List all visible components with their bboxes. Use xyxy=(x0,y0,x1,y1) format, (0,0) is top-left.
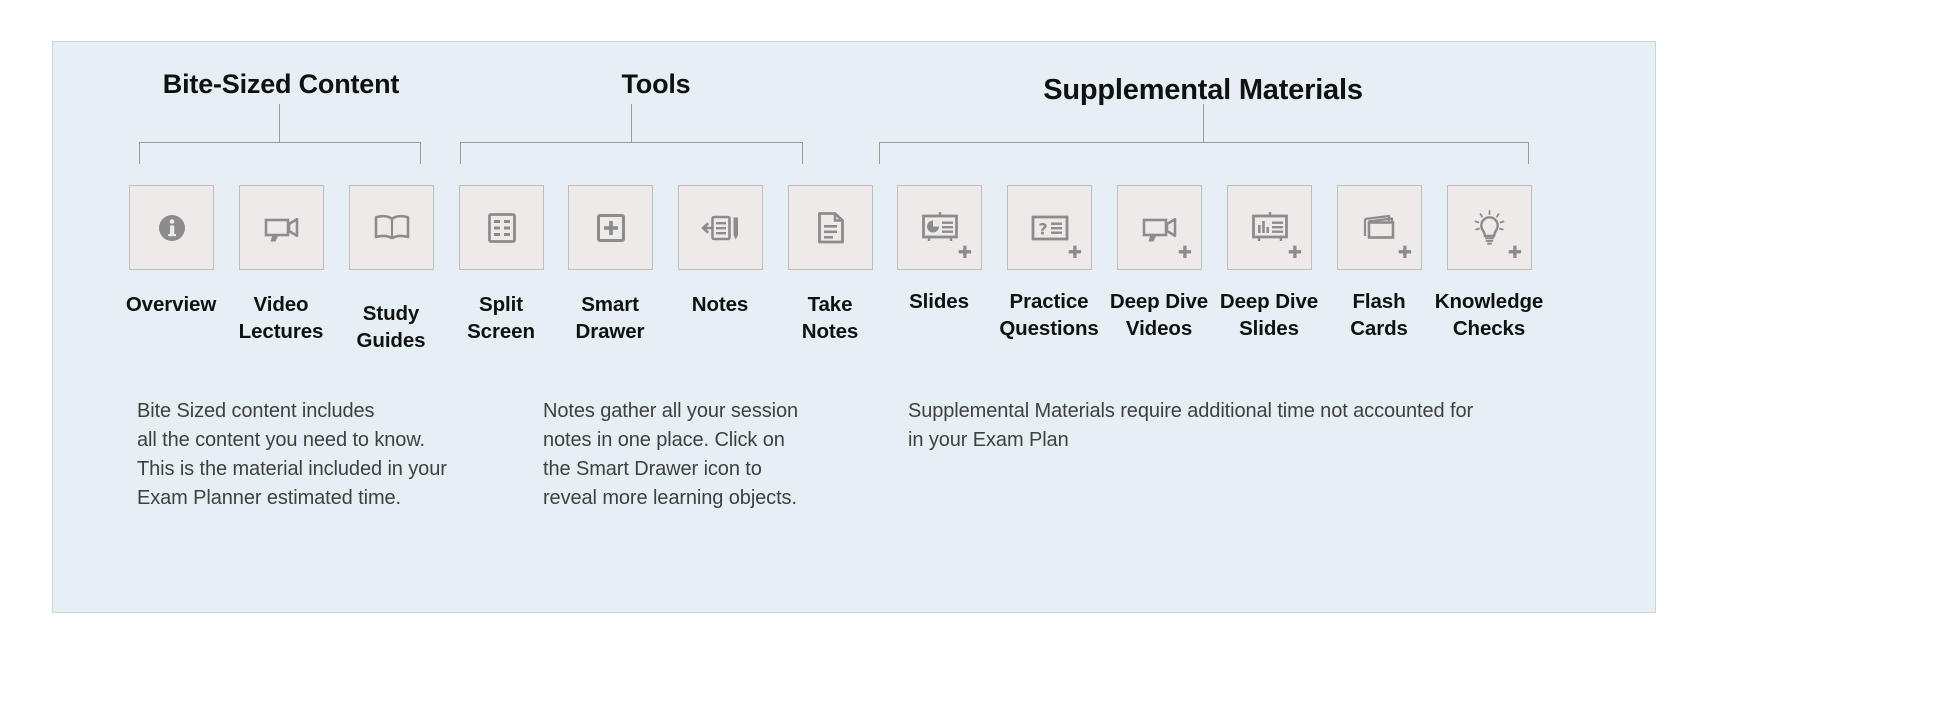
bracket-rail xyxy=(139,142,421,143)
group-title-bite-sized-content: Bite-Sized Content xyxy=(162,69,400,99)
icon-tile-wrapper-deep-dive-slides: ✚ xyxy=(1227,185,1315,270)
tile-deep-dive-slides[interactable]: ✚ xyxy=(1227,185,1312,270)
bracket-stem xyxy=(279,104,280,142)
tile-study-guides[interactable] xyxy=(349,185,434,270)
bracket-leg-right xyxy=(420,142,421,164)
icon-tile-wrapper-take-notes xyxy=(788,185,876,270)
icon-tile-wrapper-practice-questions: ? ✚ xyxy=(1007,185,1095,270)
icon-tile-wrapper-notes xyxy=(678,185,766,270)
presentation-bar-icon xyxy=(1249,210,1291,246)
description-supplemental-materials: Supplemental Materials require additiona… xyxy=(908,400,1474,451)
plus-badge-icon: ✚ xyxy=(1067,243,1082,263)
square-plus-icon xyxy=(595,211,627,245)
stacked-cards-icon xyxy=(1359,212,1401,244)
bracket-leg-right xyxy=(1528,142,1529,164)
bracket-rail xyxy=(879,142,1529,143)
tile-deep-dive-videos[interactable]: ✚ xyxy=(1117,185,1202,270)
icon-tile-wrapper-smart-drawer xyxy=(568,185,656,270)
bracket-rail xyxy=(460,142,803,143)
icon-label-knowledge-checks: Knowledge Checks xyxy=(1434,290,1544,341)
description-bite-sized-content: Bite Sized content includes all the cont… xyxy=(137,400,447,509)
bracket-leg-left xyxy=(139,142,140,164)
icon-tile-wrapper-study-guides xyxy=(349,185,437,270)
video-camera-icon xyxy=(1141,211,1179,245)
description-tools: Notes gather all your session notes in o… xyxy=(543,400,799,509)
document-page-icon xyxy=(815,210,847,246)
svg-text:?: ? xyxy=(1038,219,1047,238)
tile-video-lectures[interactable] xyxy=(239,185,324,270)
plus-badge-icon: ✚ xyxy=(957,243,972,263)
icon-tile-wrapper-overview xyxy=(129,185,217,270)
icon-tile-wrapper-flash-cards: ✚ xyxy=(1337,185,1425,270)
bracket-leg-left xyxy=(879,142,880,164)
tile-smart-drawer[interactable] xyxy=(568,185,653,270)
tile-notes[interactable] xyxy=(678,185,763,270)
icon-tile-wrapper-knowledge-checks: ✚ xyxy=(1447,185,1535,270)
group-title-tools: Tools xyxy=(621,69,691,99)
tile-overview[interactable] xyxy=(129,185,214,270)
bracket-leg-right xyxy=(802,142,803,164)
tile-take-notes[interactable] xyxy=(788,185,873,270)
open-book-icon xyxy=(372,212,412,244)
group-title-supplemental-materials: Supplemental Materials xyxy=(1043,74,1363,106)
lightbulb-icon xyxy=(1471,208,1509,248)
icon-tile-wrapper-slides: ✚ xyxy=(897,185,985,270)
plus-badge-icon: ✚ xyxy=(1177,243,1192,263)
video-camera-icon xyxy=(263,211,301,245)
question-card-icon: ? xyxy=(1029,213,1071,243)
bracket-stem xyxy=(1203,104,1204,142)
icon-tile-wrapper-deep-dive-videos: ✚ xyxy=(1117,185,1205,270)
tile-knowledge-checks[interactable]: ✚ xyxy=(1447,185,1532,270)
legend-panel: Bite-Sized Content Tools Supplemental Ma… xyxy=(52,41,1656,613)
tile-flash-cards[interactable]: ✚ xyxy=(1337,185,1422,270)
notes-pencil-arrow-icon xyxy=(700,211,742,245)
icon-tile-wrapper-split-screen xyxy=(459,185,547,270)
tile-practice-questions[interactable]: ? ✚ xyxy=(1007,185,1092,270)
icon-tile-row: ✚ ? ✚ ✚ ✚ ✚ ✚ xyxy=(53,185,1655,285)
bracket-stem xyxy=(631,104,632,142)
plus-badge-icon: ✚ xyxy=(1507,243,1522,263)
bracket-leg-left xyxy=(460,142,461,164)
tile-split-screen[interactable] xyxy=(459,185,544,270)
icon-tile-wrapper-video-lectures xyxy=(239,185,327,270)
tile-slides[interactable]: ✚ xyxy=(897,185,982,270)
plus-badge-icon: ✚ xyxy=(1287,243,1302,263)
plus-badge-icon: ✚ xyxy=(1397,243,1412,263)
presentation-pie-icon xyxy=(919,210,961,246)
info-circle-icon xyxy=(155,211,189,245)
split-screen-grid-icon xyxy=(486,211,518,245)
